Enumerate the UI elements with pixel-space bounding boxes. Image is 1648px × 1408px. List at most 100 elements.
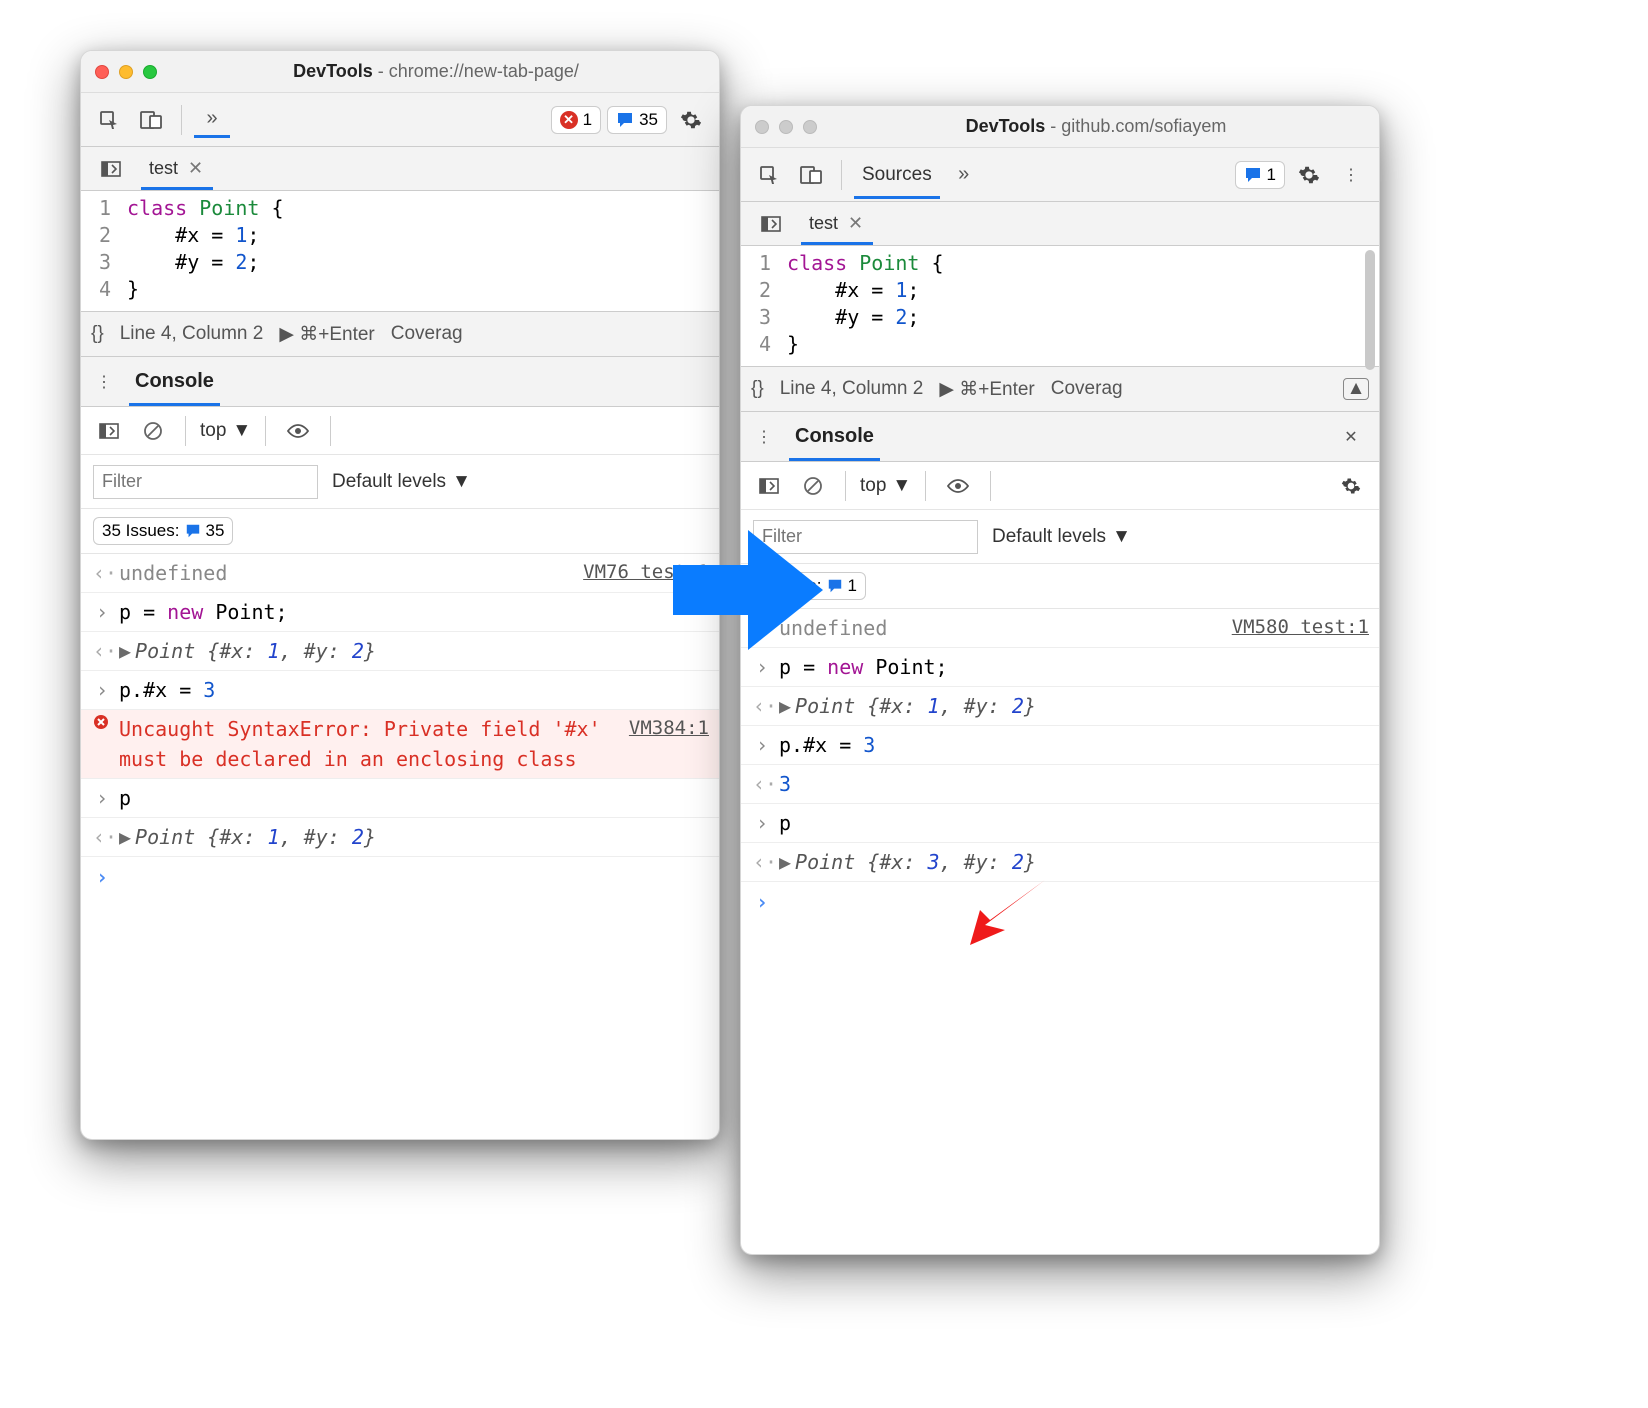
issues-row: 35 Issues: 35 <box>81 509 719 554</box>
log-source-link[interactable]: VM580 test:1 <box>1232 613 1369 642</box>
expand-icon[interactable]: ▶ <box>779 847 791 877</box>
issues-row: 1 Issue: 1 <box>741 564 1379 609</box>
filter-input[interactable] <box>93 465 318 499</box>
inspect-icon[interactable] <box>91 102 127 138</box>
code-content: class Point { #x = 1; #y = 2; } <box>121 195 284 303</box>
title-prefix: DevTools <box>966 116 1046 136</box>
close-tab-icon[interactable]: ✕ <box>188 158 203 179</box>
scrollbar[interactable] <box>1365 250 1375 370</box>
code-editor[interactable]: 1234 class Point { #x = 1; #y = 2; } <box>741 246 1379 366</box>
context-selector[interactable]: top ▼ <box>200 420 251 442</box>
log-output-row: ‹· undefined VM580 test:1 <box>741 609 1379 647</box>
coverage-tab[interactable]: Coverag <box>1051 378 1123 400</box>
message-icon <box>827 578 843 594</box>
issues-label: 35 Issues: <box>102 521 180 541</box>
titlebar: DevTools - github.com/sofiayem <box>741 106 1379 148</box>
log-output-row: ‹· undefined VM76 test:1 <box>81 554 719 592</box>
transition-arrow-icon <box>668 520 828 660</box>
log-text: p = new Point; <box>119 597 709 627</box>
issues-count: 35 <box>206 521 225 541</box>
messages-badge[interactable]: 35 <box>607 106 667 134</box>
live-expression-icon[interactable] <box>940 468 976 504</box>
zoom-icon[interactable] <box>803 120 817 134</box>
title-prefix: DevTools <box>293 61 373 81</box>
error-badge[interactable]: ✕ 1 <box>551 106 601 134</box>
expand-icon[interactable]: ▶ <box>119 636 131 666</box>
chevron-down-icon: ▼ <box>232 420 251 442</box>
close-drawer-icon[interactable]: ✕ <box>1333 419 1369 455</box>
more-tabs-icon[interactable]: » <box>194 102 230 138</box>
more-icon[interactable]: ⋮ <box>751 419 777 455</box>
clear-console-icon[interactable] <box>795 468 831 504</box>
log-input-row: › p = new Point; <box>81 592 719 631</box>
close-tab-icon[interactable]: ✕ <box>848 213 863 234</box>
log-text[interactable]: ▶Point {#x: 1, #y: 2} <box>779 691 1369 721</box>
settings-icon[interactable] <box>673 102 709 138</box>
log-levels-selector[interactable]: Default levels ▼ <box>332 471 471 493</box>
format-icon[interactable]: {} <box>751 378 764 400</box>
collapse-icon[interactable]: ▲ <box>1343 378 1369 400</box>
more-icon[interactable]: ⋮ <box>91 364 117 400</box>
separator <box>265 416 266 446</box>
console-controls: top ▼ <box>741 462 1379 510</box>
expand-icon[interactable]: ▶ <box>779 691 791 721</box>
log-text: p.#x = 3 <box>119 675 709 705</box>
issues-badge[interactable]: 35 Issues: 35 <box>93 517 233 545</box>
navigator-toggle-icon[interactable] <box>753 206 789 242</box>
expand-icon[interactable]: ▶ <box>119 822 131 852</box>
console-prompt[interactable]: › <box>741 881 1379 921</box>
file-tab[interactable]: test ✕ <box>801 203 873 245</box>
navigator-toggle-icon[interactable] <box>93 151 129 187</box>
sidebar-toggle-icon[interactable] <box>751 468 787 504</box>
live-expression-icon[interactable] <box>280 413 316 449</box>
clear-console-icon[interactable] <box>135 413 171 449</box>
filter-row: Default levels ▼ <box>81 455 719 509</box>
log-text[interactable]: ▶Point {#x: 3, #y: 2} <box>779 847 1369 877</box>
zoom-icon[interactable] <box>143 65 157 79</box>
console-tab[interactable]: Console <box>789 413 880 461</box>
log-text[interactable]: ▶Point {#x: 1, #y: 2} <box>119 822 709 852</box>
inspect-icon[interactable] <box>751 157 787 193</box>
kebab-menu-icon[interactable]: ⋮ <box>1333 157 1369 193</box>
code-editor[interactable]: 1234 class Point { #x = 1; #y = 2; } <box>81 191 719 311</box>
separator <box>330 416 331 446</box>
traffic-lights <box>95 65 157 79</box>
editor-statusbar: {} Line 4, Column 2 ▶ ⌘+Enter Coverag ▲ <box>741 366 1379 412</box>
run-hint[interactable]: ▶ ⌘+Enter <box>279 323 374 346</box>
console-tab[interactable]: Console <box>129 358 220 406</box>
console-drawer-header: ⋮ Console <box>81 357 719 407</box>
log-text: undefined <box>779 613 1224 643</box>
console-settings-icon[interactable] <box>1333 468 1369 504</box>
console-prompt[interactable]: › <box>81 856 719 896</box>
log-text[interactable]: ▶Point {#x: 1, #y: 2} <box>119 636 709 666</box>
close-icon[interactable] <box>755 120 769 134</box>
device-toggle-icon[interactable] <box>793 157 829 193</box>
file-tab[interactable]: test ✕ <box>141 148 213 190</box>
minimize-icon[interactable] <box>119 65 133 79</box>
run-hint[interactable]: ▶ ⌘+Enter <box>939 378 1034 401</box>
editor-statusbar: {} Line 4, Column 2 ▶ ⌘+Enter Coverag <box>81 311 719 357</box>
messages-badge[interactable]: 1 <box>1235 161 1285 189</box>
output-glyph-icon: ‹· <box>93 636 111 666</box>
line-gutter: 1234 <box>81 195 121 303</box>
log-source-link[interactable]: VM384:1 <box>629 714 709 743</box>
error-count: 1 <box>583 110 592 130</box>
minimize-icon[interactable] <box>779 120 793 134</box>
output-glyph-icon: ‹· <box>93 822 111 852</box>
log-output-row: ‹· 3 <box>741 764 1379 803</box>
coverage-tab[interactable]: Coverag <box>391 323 463 345</box>
settings-icon[interactable] <box>1291 157 1327 193</box>
more-tabs-icon[interactable]: » <box>946 157 982 193</box>
close-icon[interactable] <box>95 65 109 79</box>
file-tab-label: test <box>809 213 838 234</box>
sources-tab[interactable]: Sources <box>854 150 940 199</box>
sources-tabbar: test ✕ <box>81 147 719 191</box>
log-input-row: › p.#x = 3 <box>81 670 719 709</box>
context-selector[interactable]: top ▼ <box>860 475 911 497</box>
device-toggle-icon[interactable] <box>133 102 169 138</box>
log-text: p = new Point; <box>779 652 1369 682</box>
log-text: undefined <box>119 558 575 588</box>
sidebar-toggle-icon[interactable] <box>91 413 127 449</box>
format-icon[interactable]: {} <box>91 323 104 345</box>
log-levels-selector[interactable]: Default levels ▼ <box>992 526 1131 548</box>
